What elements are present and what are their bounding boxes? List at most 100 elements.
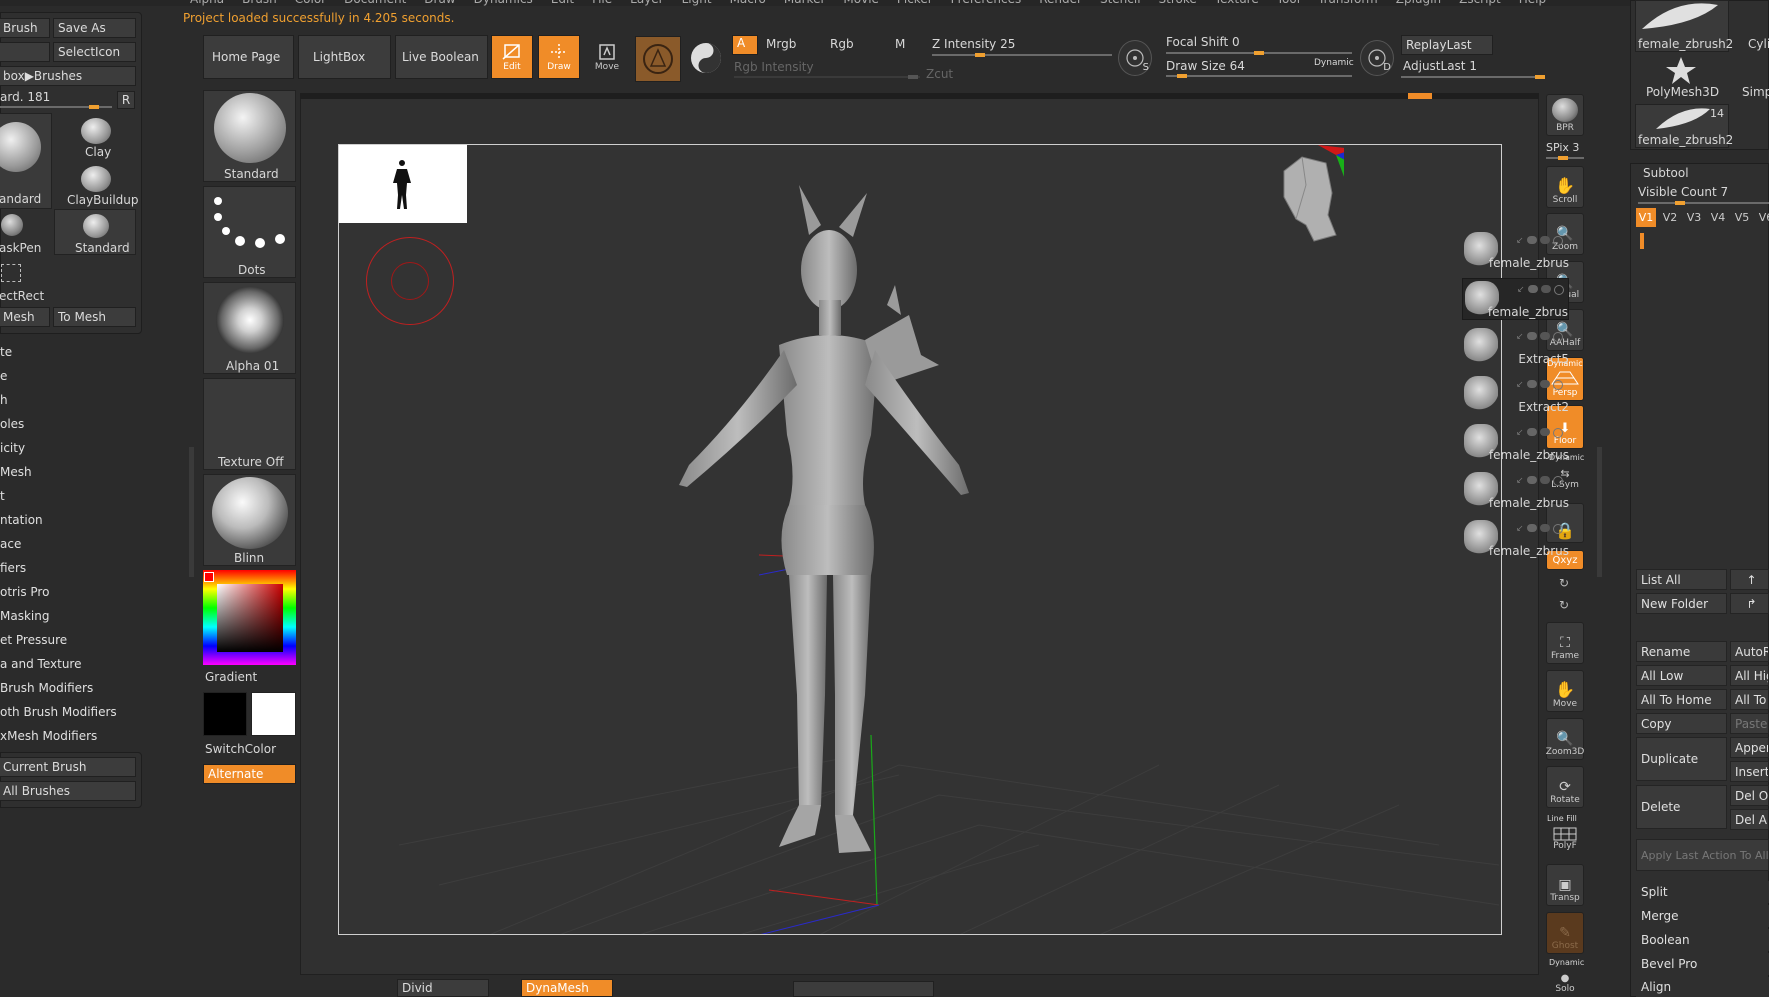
tool-thumb-female-2[interactable]: 14 female_zbrush2 — [1635, 104, 1733, 148]
frame-button[interactable]: ⛶ Frame — [1546, 622, 1584, 664]
visibility-toggle[interactable] — [1526, 380, 1537, 388]
polypaint-toggle[interactable] — [1539, 236, 1550, 244]
z-intensity-slider[interactable]: Z Intensity 25 — [932, 37, 1015, 51]
divide-button[interactable]: Divid — [397, 979, 489, 997]
copy-button[interactable]: Copy — [1636, 713, 1727, 734]
zoom3d-button[interactable]: 🔍 Zoom3D — [1546, 718, 1584, 760]
menu-item-15[interactable]: oth Brush Modifiers — [0, 705, 117, 719]
scroll-button[interactable]: ✋ Scroll — [1546, 166, 1584, 208]
visibility-tab-v5[interactable]: V5 — [1732, 208, 1752, 227]
navigation-head-gizmo[interactable] — [1274, 145, 1344, 245]
visibility-tab-v1[interactable]: V1 — [1636, 208, 1656, 227]
visibility-tab-v6[interactable]: V6 — [1756, 208, 1769, 227]
rgb-intensity-track[interactable] — [734, 76, 920, 78]
dynamesh-button[interactable]: DynaMesh — [521, 979, 613, 997]
visibility-tab-v3[interactable]: V3 — [1684, 208, 1704, 227]
rotate-y-icon[interactable]: ↻ — [1559, 576, 1569, 590]
current-brush-button[interactable]: Current Brush — [0, 757, 136, 777]
menu-item-0[interactable]: te — [0, 345, 12, 359]
all-low-button[interactable]: All Low — [1636, 665, 1727, 686]
list-up-arrow-button[interactable]: ↑ — [1730, 569, 1769, 590]
tray-stroke-dots[interactable]: Dots — [203, 186, 296, 278]
visibility-toggle[interactable] — [1527, 285, 1538, 293]
eye-icon[interactable] — [1552, 476, 1563, 486]
menu-item-5[interactable]: Mesh — [0, 465, 32, 479]
duplicate-button[interactable]: Duplicate — [1636, 737, 1727, 781]
visible-count-knob[interactable] — [1675, 201, 1685, 205]
lightbox-button[interactable]: LightBox — [298, 35, 391, 79]
polypaint-toggle[interactable] — [1539, 428, 1550, 436]
navigation-thumbnail[interactable] — [339, 145, 467, 223]
solo-button[interactable]: ● Solo — [1546, 968, 1584, 997]
brush-claybuildup[interactable]: ClayBuildup — [54, 161, 139, 207]
brush-load-button[interactable] — [0, 42, 50, 62]
home-page-button[interactable]: Home Page — [203, 35, 294, 79]
adjust-last-knob[interactable] — [1535, 75, 1545, 79]
draw-button[interactable]: Draw — [538, 35, 580, 79]
new-folder-button[interactable]: New Folder — [1636, 593, 1727, 614]
menubar-item[interactable]: Marker — [784, 0, 825, 6]
menu-item-8[interactable]: ace — [0, 537, 21, 551]
visibility-tab-v4[interactable]: V4 — [1708, 208, 1728, 227]
menu-item-1[interactable]: e — [0, 369, 7, 383]
focal-shift-slider[interactable]: Focal Shift 0 — [1166, 35, 1240, 49]
subtool-scrollbar[interactable] — [1640, 233, 1644, 249]
document-canvas[interactable] — [338, 144, 1502, 935]
lightbox-brushes-button[interactable]: box▶Brushes — [0, 66, 136, 86]
subtool-toggles[interactable]: ↙ — [1516, 428, 1563, 438]
menubar-item[interactable]: Transform — [1318, 0, 1378, 6]
material-button[interactable] — [635, 36, 681, 82]
live-boolean-button[interactable]: Live Boolean — [395, 35, 488, 79]
dynamic-toggle[interactable]: Dynamic — [1314, 58, 1354, 68]
tool-thumb-polymesh3d[interactable]: PolyMesh3D — [1635, 56, 1729, 100]
delete-other-button[interactable]: Del Ot — [1730, 785, 1769, 806]
menubar-item[interactable]: Stroke — [1159, 0, 1197, 6]
subtool-toggles[interactable]: ↙ — [1516, 380, 1563, 390]
r-button[interactable]: R — [117, 91, 135, 109]
draw-size-slider[interactable]: Draw Size 64 — [1166, 59, 1245, 73]
bottom-extra-button[interactable] — [793, 981, 934, 997]
rgb-button[interactable]: Rgb — [830, 37, 854, 51]
rename-button[interactable]: Rename — [1636, 641, 1727, 662]
menu-item-3[interactable]: oles — [0, 417, 24, 431]
brush-slider-knob[interactable] — [89, 105, 99, 109]
menu-item-12[interactable]: et Pressure — [0, 633, 67, 647]
visibility-toggle[interactable] — [1526, 476, 1537, 484]
subtool-row[interactable]: ↙ Extract5 — [1462, 326, 1569, 368]
menubar-item[interactable]: Movie — [843, 0, 879, 6]
adjust-last-slider[interactable]: AdjustLast 1 — [1403, 59, 1477, 73]
menu-item-9[interactable]: fiers — [0, 561, 26, 575]
subtool-row[interactable]: ↙ Extract2 — [1462, 374, 1569, 416]
eye-icon[interactable] — [1552, 332, 1563, 342]
tool-thumb-simple[interactable]: Simp — [1733, 56, 1769, 100]
bevel-pro-menu[interactable]: Bevel Pro — [1636, 953, 1769, 975]
polypaint-toggle[interactable] — [1540, 285, 1551, 293]
menubar-item[interactable]: Color — [295, 0, 326, 6]
menubar-item[interactable]: Macro — [730, 0, 766, 6]
gradient-label[interactable]: Gradient — [205, 670, 257, 684]
insert-button[interactable]: Insert — [1730, 761, 1769, 782]
delete-button[interactable]: Delete — [1636, 785, 1727, 829]
subtool-row[interactable]: ↙ female_zbrus — [1462, 470, 1569, 512]
eye-icon[interactable] — [1552, 380, 1563, 390]
append-button[interactable]: Appen — [1730, 737, 1769, 758]
ghost-button[interactable]: ✎ Ghost — [1546, 912, 1584, 954]
transp-button[interactable]: ▣ Transp — [1546, 864, 1584, 906]
menu-item-16[interactable]: xMesh Modifiers — [0, 729, 97, 743]
tray-alpha[interactable]: Alpha 01 — [203, 282, 296, 374]
menu-item-10[interactable]: otris Pro — [0, 585, 49, 599]
spix-knob[interactable] — [1558, 156, 1568, 160]
subtool-row[interactable]: ↙ female_zbrus — [1462, 278, 1569, 320]
visibility-toggle[interactable] — [1526, 332, 1537, 340]
main-color-swatch[interactable] — [203, 692, 247, 736]
alternate-button[interactable]: Alternate — [203, 764, 296, 784]
eye-icon[interactable] — [1552, 428, 1563, 438]
eye-icon[interactable] — [1552, 236, 1563, 246]
visibility-toggle[interactable] — [1526, 428, 1537, 436]
brush-button[interactable]: Brush — [0, 18, 50, 38]
rgb-intensity-slider[interactable]: Rgb Intensity — [734, 60, 814, 74]
menu-item-13[interactable]: a and Texture — [0, 657, 82, 671]
mrgb-button[interactable]: Mrgb — [766, 37, 796, 51]
switch-color-button[interactable]: SwitchColor — [205, 742, 276, 756]
auto-reorder-button[interactable]: AutoR — [1730, 641, 1769, 662]
